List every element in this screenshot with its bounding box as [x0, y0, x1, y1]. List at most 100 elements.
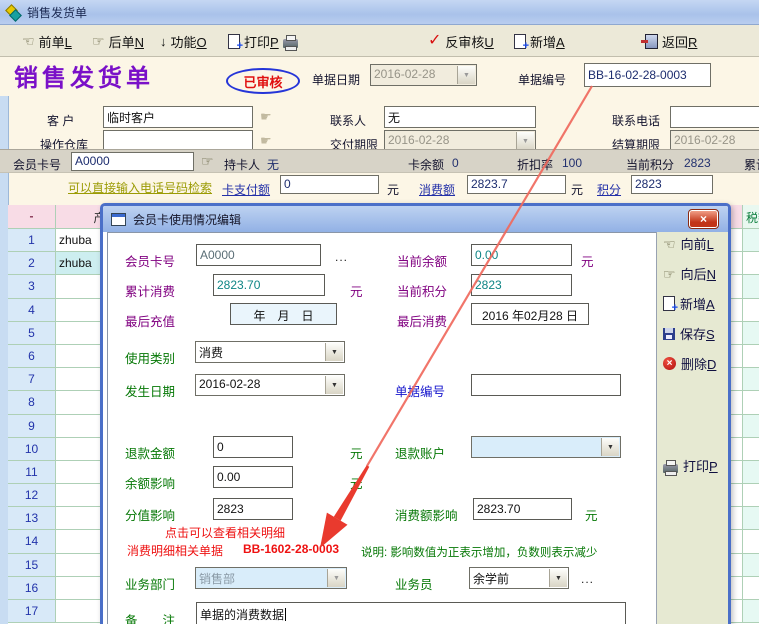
dlg-total-consume-input[interactable]: 2823.70 — [213, 274, 325, 296]
toolbar-next-button[interactable]: ☞后单N — [92, 30, 144, 52]
points-input[interactable]: 2823 — [631, 175, 713, 194]
grid-cell[interactable]: 17 — [8, 600, 56, 623]
grid-cell[interactable]: 8 — [8, 391, 56, 414]
member-card-input[interactable]: A0000 — [71, 152, 194, 171]
grid-cell[interactable] — [743, 438, 759, 461]
chevron-down-icon[interactable] — [327, 569, 345, 587]
grid-cell[interactable] — [743, 275, 759, 298]
grid-cell[interactable]: 6 — [8, 345, 56, 368]
doc-no-input[interactable]: BB-16-02-28-0003 — [584, 63, 711, 87]
dlg-card-no-input[interactable]: A0000 — [196, 244, 321, 266]
chevron-down-icon[interactable] — [457, 66, 475, 84]
phone-search-hint-link[interactable]: 可以直接输入电话号码检索 — [68, 179, 212, 196]
dialog-delete-button[interactable]: 删除D — [663, 354, 716, 373]
dlg-balance-effect-input[interactable]: 0.00 — [213, 466, 293, 488]
dialog-backward-button[interactable]: ☞向后N — [663, 264, 716, 283]
grid-cell[interactable] — [743, 600, 759, 623]
grid-cell[interactable]: 12 — [8, 484, 56, 507]
grid-cell[interactable]: 4 — [8, 299, 56, 322]
chevron-down-icon[interactable] — [516, 132, 534, 150]
grid-cell[interactable]: 2 — [8, 252, 56, 275]
note-related-doc-no[interactable]: BB-1602-28-0003 — [243, 542, 339, 556]
chevron-down-icon[interactable] — [325, 343, 343, 361]
chevron-down-icon[interactable] — [601, 438, 619, 456]
grid-cell[interactable]: 13 — [8, 507, 56, 530]
grid-cell[interactable]: 税额 — [743, 205, 759, 229]
grid-cell[interactable]: - — [8, 205, 56, 229]
toolbar: ☜前单L ☞后单N ↓功能O 打印P ✓反审核U 新增A 返回R — [0, 25, 759, 57]
grid-cell[interactable] — [743, 299, 759, 322]
dlg-last-consume-box[interactable]: 2016 年02月28 日 — [471, 303, 589, 325]
toolbar-unaudit-button[interactable]: ✓反审核U — [428, 30, 494, 52]
grid-cell[interactable]: 11 — [8, 461, 56, 484]
consume-input[interactable]: 2823.7 — [467, 175, 566, 194]
window-titlebar: 销售发货单 — [0, 0, 759, 25]
grid-cell[interactable] — [743, 322, 759, 345]
chevron-down-icon[interactable] — [325, 376, 343, 394]
grid-cell[interactable]: 5 — [8, 322, 56, 345]
dlg-refund-input[interactable]: 0 — [213, 436, 293, 458]
dialog-print-button[interactable]: 打印P — [663, 456, 718, 475]
toolbar-back-button[interactable]: 返回R — [645, 30, 697, 52]
ellipsis-button[interactable]: ... — [335, 250, 348, 264]
points-label[interactable]: 积分 — [597, 181, 621, 198]
dlg-consume-effect-input[interactable]: 2823.70 — [473, 498, 572, 520]
dlg-salesman-combo[interactable]: 余学前 — [469, 567, 569, 589]
dialog-add-button[interactable]: 新增A — [663, 294, 715, 313]
toolbar-functions-button[interactable]: ↓功能O — [160, 30, 207, 52]
customer-input[interactable]: 临时客户 — [103, 106, 253, 128]
grid-cell[interactable] — [743, 391, 759, 414]
current-points-value: 2823 — [684, 156, 711, 170]
grid-cell[interactable] — [743, 229, 759, 252]
dlg-remark-label: 备 注 — [125, 610, 175, 624]
grid-cell[interactable]: 16 — [8, 577, 56, 600]
grid-cell[interactable]: 9 — [8, 415, 56, 438]
contact-input[interactable]: 无 — [384, 106, 536, 128]
dlg-refund-unit: 元 — [350, 443, 363, 462]
grid-cell[interactable]: 7 — [8, 368, 56, 391]
grid-cell[interactable] — [743, 368, 759, 391]
ellipsis-button[interactable]: ... — [581, 572, 594, 586]
dlg-dept-combo[interactable]: 销售部 — [195, 567, 347, 589]
grid-cell[interactable]: 10 — [8, 438, 56, 461]
grid-cell[interactable]: 3 — [8, 275, 56, 298]
dlg-balance-input[interactable]: 0.00 — [471, 244, 572, 266]
arrow-down-icon: ↓ — [160, 35, 167, 48]
grid-cell[interactable]: 14 — [8, 530, 56, 553]
grid-cell[interactable] — [743, 554, 759, 577]
dlg-use-type-combo[interactable]: 消费 — [195, 341, 345, 363]
consume-label[interactable]: 消费额 — [419, 181, 455, 198]
toolbar-add-button[interactable]: 新增A — [514, 30, 565, 52]
close-icon[interactable]: × — [689, 210, 718, 228]
dlg-last-recharge-box[interactable]: 年 月 日 — [230, 303, 337, 325]
grid-cell[interactable] — [743, 577, 759, 600]
dialog-titlebar: 会员卡使用情况编辑 — [103, 206, 728, 232]
grid-cell[interactable] — [743, 530, 759, 553]
grid-cell[interactable] — [743, 507, 759, 530]
grid-cell[interactable] — [743, 484, 759, 507]
grid-cell[interactable] — [743, 461, 759, 484]
note-click-detail[interactable]: 点击可以查看相关明细 — [165, 524, 285, 541]
card-pay-label[interactable]: 卡支付额 — [222, 181, 270, 198]
doc-date-combo[interactable]: 2016-02-28 — [370, 64, 477, 86]
dialog-forward-button[interactable]: ☜向前L — [663, 234, 714, 253]
grid-cell[interactable]: 15 — [8, 554, 56, 577]
dlg-points-input[interactable]: 2823 — [471, 274, 572, 296]
grid-cell[interactable]: 1 — [8, 229, 56, 252]
toolbar-prev-button[interactable]: ☜前单L — [22, 30, 72, 52]
grid-cell[interactable] — [743, 345, 759, 368]
dlg-occur-date-combo[interactable]: 2016-02-28 — [195, 374, 345, 396]
chevron-down-icon[interactable] — [549, 569, 567, 587]
grid-cell[interactable] — [743, 415, 759, 438]
dlg-remark-input[interactable]: 单据的消费数据 — [196, 602, 626, 624]
button-label: 新增A — [680, 294, 715, 313]
dlg-points-effect-input[interactable]: 2823 — [213, 498, 293, 520]
dlg-refund-account-combo[interactable] — [471, 436, 621, 458]
dlg-doc-no-input[interactable] — [471, 374, 621, 396]
toolbar-print-button[interactable]: 打印P — [228, 30, 298, 52]
grid-cell[interactable] — [743, 252, 759, 275]
card-pay-input[interactable]: 0 — [280, 175, 379, 194]
dialog-save-button[interactable]: 保存S — [663, 324, 715, 343]
phone-input[interactable] — [670, 106, 759, 128]
note-related-doc-label[interactable]: 消费明细相关单据 — [127, 542, 223, 559]
